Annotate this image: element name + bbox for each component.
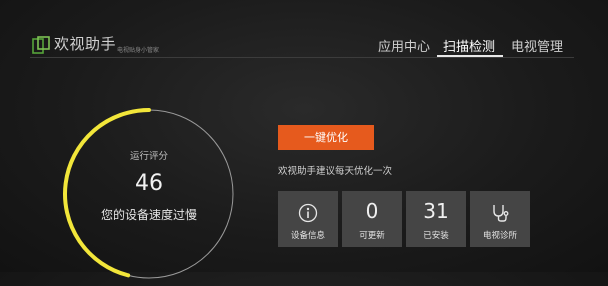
tile-value: 31 bbox=[423, 199, 449, 223]
score-label: 运行评分 bbox=[129, 151, 168, 162]
stethoscope-icon bbox=[493, 205, 509, 222]
tile-label: 电视诊所 bbox=[482, 231, 517, 241]
app-logo-icon bbox=[32, 36, 50, 54]
tile-updatable[interactable]: 0 可更新 bbox=[342, 191, 402, 247]
tile-value: 0 bbox=[365, 199, 379, 223]
nav-app-center[interactable]: 应用中心 bbox=[378, 36, 430, 55]
score-message: 您的设备速度过慢 bbox=[100, 208, 197, 222]
nav-tv-manage[interactable]: 电视管理 bbox=[511, 36, 563, 55]
nav-scan-detect[interactable]: 扫描检测 bbox=[443, 36, 495, 55]
header-divider bbox=[30, 57, 574, 58]
top-bar: 欢视助手 电视贴身小管家 应用中心 扫描检测 电视管理 bbox=[0, 0, 608, 62]
app-title: 欢视助手 bbox=[54, 35, 117, 53]
optimize-button[interactable]: 一键优化 bbox=[278, 125, 374, 150]
tile-installed[interactable]: 31 已安装 bbox=[406, 191, 466, 247]
optimize-suggestion: 欢视助手建议每天优化一次 bbox=[278, 166, 393, 177]
score-value: 46 bbox=[135, 171, 163, 196]
app-subtitle: 电视贴身小管家 bbox=[117, 47, 160, 54]
tile-label: 设备信息 bbox=[290, 231, 325, 241]
tile-tv-clinic[interactable]: 电视诊所 bbox=[470, 191, 530, 247]
tile-label: 可更新 bbox=[359, 231, 385, 241]
info-icon bbox=[298, 203, 318, 223]
tile-device-info[interactable]: 设备信息 bbox=[278, 191, 338, 247]
tile-label: 已安装 bbox=[423, 231, 449, 241]
